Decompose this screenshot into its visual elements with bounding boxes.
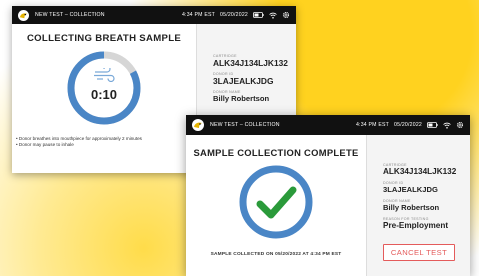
wifi-icon (269, 12, 277, 19)
header-title: NEW TEST – COLLECTION (35, 12, 105, 18)
top-bar: NEW TEST – COLLECTION 4:34 PM EST 05/20/… (186, 115, 470, 135)
donor-id-value: 3LAJEALKJDG (213, 76, 274, 86)
complete-screen: NEW TEST – COLLECTION 4:34 PM EST 05/20/… (186, 115, 470, 276)
logo-icon (18, 9, 29, 21)
wifi-icon (443, 122, 451, 129)
donor-name-value: Billy Robertson (383, 203, 440, 212)
reason-value: Pre-Employment (383, 221, 449, 230)
donor-id-value: 3LAJEALKJDG (383, 185, 438, 194)
page-title: SAMPLE COLLECTION COMPLETE (193, 147, 359, 158)
donor-name-value: Billy Robertson (213, 94, 270, 103)
timer-value: 0:10 (90, 87, 118, 102)
battery-icon (253, 12, 264, 18)
top-bar: NEW TEST – COLLECTION 4:34 PM EST 05/20/… (12, 6, 296, 24)
battery-icon (427, 122, 438, 128)
header-title: NEW TEST – COLLECTION (210, 122, 280, 128)
header-date: 05/20/2022 (394, 122, 422, 128)
header-time: 4:34 PM EST (181, 12, 216, 18)
header-date: 05/20/2022 (220, 12, 248, 18)
collected-text: SAMPLE COLLECTED ON 05/20/2022 AT 4:34 P… (210, 252, 342, 257)
logo-icon (192, 119, 204, 131)
wind-icon (93, 65, 115, 87)
header-time: 4:34 PM EST (355, 122, 390, 128)
page-title: COLLECTING BREATH SAMPLE (26, 33, 182, 44)
cartridge-value: ALK34J134LJK132 (213, 58, 288, 68)
checkmark-icon (256, 186, 297, 219)
progress-ring: 0:10 (66, 50, 142, 126)
cartridge-value: ALK34J134LJK132 (383, 167, 457, 176)
instruction-2: • Donor may pause to inhale (16, 142, 74, 148)
settings-icon[interactable] (456, 121, 464, 129)
settings-icon[interactable] (282, 11, 290, 19)
cancel-test-button[interactable]: CANCEL TEST (383, 244, 455, 261)
complete-ring (238, 164, 314, 240)
